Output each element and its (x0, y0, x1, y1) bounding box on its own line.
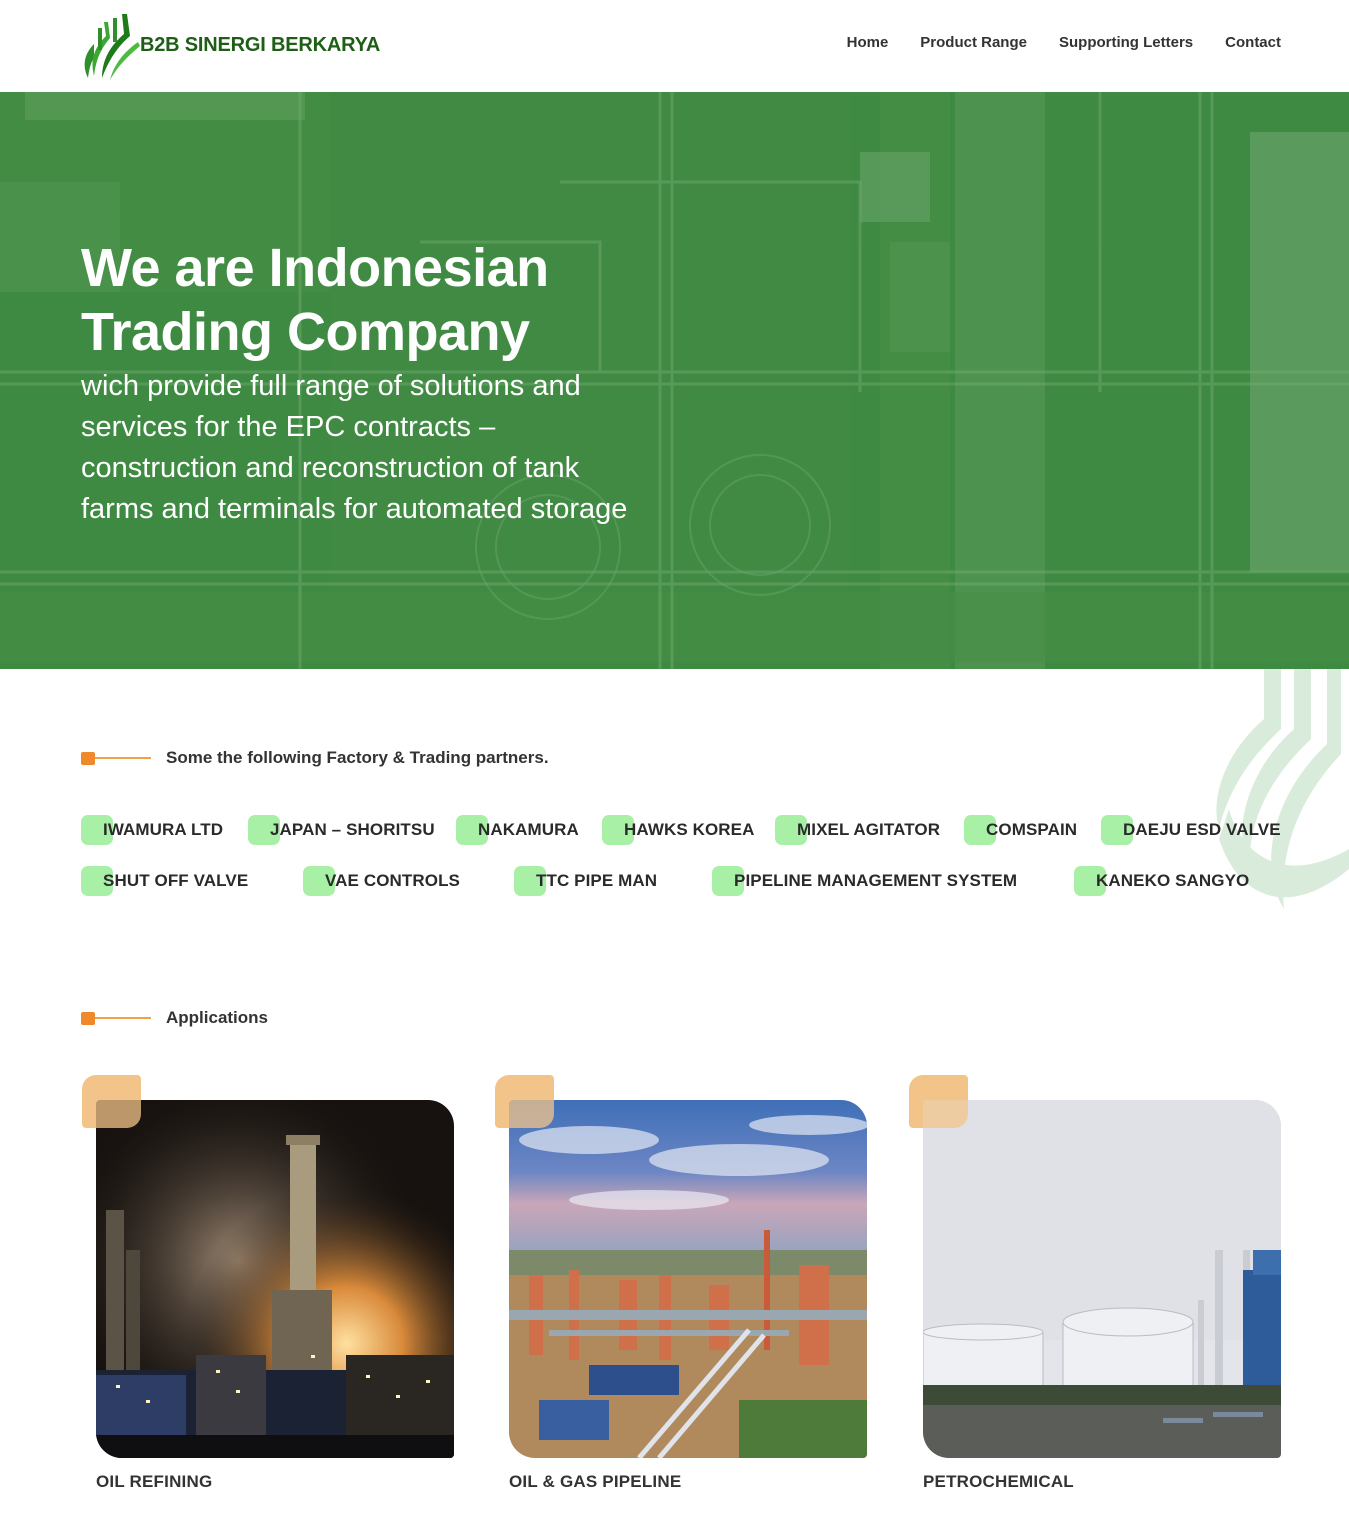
storage-tanks-photo (923, 1100, 1281, 1458)
brand-name: B2B SINERGI BERKARYA (140, 33, 381, 56)
hero-title-line-2: Trading Company (81, 302, 530, 362)
leaf-logo-icon (84, 14, 140, 80)
application-label[interactable]: OIL & GAS PIPELINE (509, 1472, 681, 1492)
partner-tag: PIPELINE MANAGEMENT SYSTEM (712, 866, 1017, 896)
nav-product-range[interactable]: Product Range (920, 34, 1027, 51)
card-accent-overlay (509, 1100, 554, 1128)
divider-line (95, 1017, 151, 1019)
hero-title-line-1: We are Indonesian (81, 238, 549, 298)
site-header: B2B SINERGI BERKARYA Home Product Range … (0, 0, 1349, 92)
partner-tag: JAPAN – SHORITSU (248, 815, 435, 845)
main-nav: Home Product Range Supporting Letters Co… (847, 34, 1281, 51)
card-accent-overlay (96, 1100, 141, 1128)
application-label[interactable]: PETROCHEMICAL (923, 1472, 1074, 1492)
refinery-aerial-photo (509, 1100, 867, 1458)
brand-logo[interactable]: B2B SINERGI BERKARYA (80, 8, 380, 82)
application-card-petrochemical[interactable]: PETROCHEMICAL (909, 1075, 1281, 1505)
application-label[interactable]: OIL REFINING (96, 1472, 212, 1492)
partner-tag: VAE CONTROLS (303, 866, 460, 896)
partner-tag: DAEJU ESD VALVE (1101, 815, 1281, 845)
applications-section-header: Applications (81, 1008, 268, 1028)
bullet-square-icon (81, 1011, 95, 1025)
partner-tag: SHUT OFF VALVE (81, 866, 248, 896)
partner-tag: MIXEL AGITATOR (775, 815, 940, 845)
partner-tag: COMSPAIN (964, 815, 1077, 845)
refinery-night-photo (96, 1100, 454, 1458)
partners-section-header: Some the following Factory & Trading par… (81, 748, 549, 768)
card-accent-overlay (923, 1100, 968, 1128)
hero-subtitle: wich provide full range of solutions and… (81, 366, 691, 530)
bullet-square-icon (81, 751, 95, 765)
partners-heading: Some the following Factory & Trading par… (166, 748, 549, 767)
hero-title: We are Indonesian Trading Company (81, 236, 701, 364)
nav-supporting-letters[interactable]: Supporting Letters (1059, 34, 1193, 51)
nav-contact[interactable]: Contact (1225, 34, 1281, 51)
divider-line (95, 757, 151, 759)
partner-tag: KANEKO SANGYO (1074, 866, 1249, 896)
partner-tag: TTC PIPE MAN (514, 866, 657, 896)
hero-subtitle-line-1: wich provide full range of solutions and (81, 370, 581, 402)
applications-heading: Applications (166, 1008, 269, 1027)
hero-subtitle-line-4: farms and terminals for automated storag… (81, 493, 628, 525)
hero-subtitle-line-3: construction and reconstruction of tank (81, 452, 580, 484)
partner-tag: HAWKS KOREA (602, 815, 755, 845)
partner-tag: NAKAMURA (456, 815, 579, 845)
partner-tag: IWAMURA LTD (81, 815, 223, 845)
nav-home[interactable]: Home (847, 34, 889, 51)
application-card-oil-gas-pipeline[interactable]: OIL & GAS PIPELINE (495, 1075, 867, 1505)
hero-banner: We are Indonesian Trading Company wich p… (0, 92, 1349, 669)
application-card-oil-refining[interactable]: OIL REFINING (82, 1075, 454, 1505)
hero-subtitle-line-2: services for the EPC contracts – (81, 411, 496, 443)
